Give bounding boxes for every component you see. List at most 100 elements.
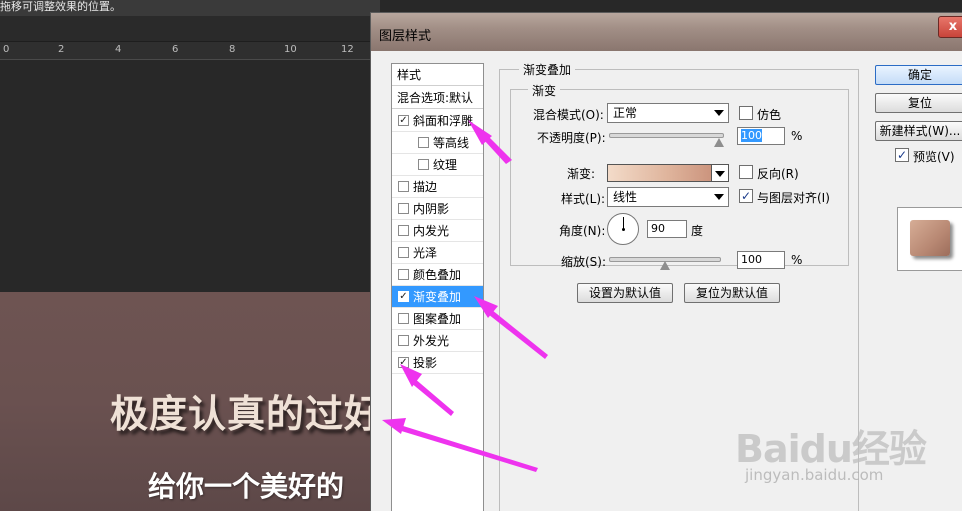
dialog-title: 图层样式 [379,29,432,44]
angle-label: 角度(N): [559,224,606,238]
scale-value: 100 [741,253,762,266]
canvas-subtitle-text: 给你一个美好的 [148,470,345,503]
align-with-layer-checkbox[interactable]: ✓ [739,189,753,203]
style-item-label: 投影 [413,356,438,370]
style-item-checkbox[interactable] [398,181,409,192]
align-with-layer-label: 与图层对齐(I) [757,191,830,205]
style-preview-thumbnail [897,207,962,271]
style-item[interactable]: 颜色叠加 [392,264,483,286]
scale-unit: % [791,253,803,267]
style-label: 样式(L): [561,192,606,206]
style-item-checkbox[interactable] [418,137,429,148]
ruler-tick: 0 [3,44,10,55]
blending-options-label: 混合选项:默认 [397,91,474,105]
preview-label: 预览(V) [913,150,955,164]
style-item-label: 图案叠加 [413,312,462,326]
ok-button[interactable]: 确定 [875,65,962,85]
gradient-style-select[interactable]: 线性 [607,187,729,207]
opacity-slider-thumb[interactable] [714,138,724,147]
angle-input[interactable]: 90 [647,220,687,238]
opacity-slider[interactable] [609,133,724,138]
document-tab-strip [0,16,380,42]
gradient-dropdown-arrow[interactable] [711,164,729,182]
style-item-checkbox[interactable]: ✓ [398,115,409,126]
status-hint: 拖移可调整效果的位置。 [0,0,380,16]
blend-mode-select[interactable]: 正常 [607,103,729,123]
style-item-checkbox[interactable] [398,247,409,258]
reset-button[interactable]: 复位 [875,93,962,113]
dither-label: 仿色 [757,108,782,122]
blending-options-item[interactable]: 混合选项:默认 [392,87,483,109]
opacity-label: 不透明度(P): [537,131,606,145]
ruler-tick: 8 [229,44,236,55]
style-item-label: 外发光 [413,334,450,348]
preview-checkbox[interactable]: ✓ [895,148,909,162]
style-item[interactable]: 内阴影 [392,198,483,220]
style-item[interactable]: 图案叠加 [392,308,483,330]
dialog-titlebar[interactable]: 图层样式 x [371,13,962,51]
style-item[interactable]: 描边 [392,176,483,198]
style-item-label: 内阴影 [413,202,450,216]
style-item-checkbox[interactable]: ✓ [398,291,409,302]
style-item-label: 等高线 [433,136,470,150]
canvas-title-text: 极度认真的过好 [110,392,384,436]
scale-input[interactable]: 100 [737,251,785,269]
reverse-label: 反向(R) [757,167,799,181]
style-item[interactable]: ✓ 投影 [392,352,483,374]
style-item-label: 颜色叠加 [413,268,462,282]
styles-header-label: 样式 [397,68,422,82]
gradient-subgroup-title: 渐变 [528,82,561,99]
chevron-down-icon [714,194,724,200]
style-item[interactable]: 内发光 [392,220,483,242]
opacity-value: 100 [741,129,762,142]
reset-to-default-button[interactable]: 复位为默认值 [684,283,780,303]
style-item[interactable]: 外发光 [392,330,483,352]
style-item[interactable]: 光泽 [392,242,483,264]
styles-header[interactable]: 样式 [392,64,483,86]
style-item-label: 斜面和浮雕 [413,114,474,128]
style-item-label: 光泽 [413,246,438,260]
style-item-checkbox[interactable] [398,269,409,280]
baidu-watermark: Baidu经验 jingyan.baidu.com [735,410,955,490]
watermark-site: jingyan.baidu.com [745,466,884,484]
ruler-tick: 4 [115,44,122,55]
style-item-checkbox[interactable] [418,159,429,170]
dither-checkbox[interactable] [739,106,753,120]
gradient-style-value: 线性 [613,190,638,204]
ruler-tick: 2 [58,44,65,55]
style-item-checkbox[interactable] [398,225,409,236]
angle-value: 90 [651,222,665,235]
gradient-label: 渐变: [567,167,596,181]
blend-mode-value: 正常 [613,106,638,120]
style-item[interactable]: ✓ 渐变叠加 [392,286,483,308]
close-button[interactable]: x [938,16,962,38]
ruler-tick: 6 [172,44,179,55]
angle-unit: 度 [691,224,704,238]
style-item-label: 渐变叠加 [413,290,462,304]
set-as-default-button[interactable]: 设置为默认值 [577,283,673,303]
watermark-logo: Baidu经验 [735,427,927,471]
new-style-button[interactable]: 新建样式(W)... [875,121,962,141]
style-item[interactable]: 纹理 [392,154,483,176]
style-item-label: 描边 [413,180,438,194]
ruler-tick: 12 [341,44,354,55]
style-item-checkbox[interactable]: ✓ [398,357,409,368]
horizontal-ruler: 0 2 4 6 8 10 12 [0,42,380,60]
scale-slider-thumb[interactable] [660,261,670,270]
style-item[interactable]: ✓ 斜面和浮雕 [392,110,483,132]
styles-list: 样式 混合选项:默认 ✓ 斜面和浮雕等高线纹理描边内阴影内发光光泽颜色叠加 ✓ 渐变叠… [391,63,484,511]
opacity-unit: % [791,129,803,143]
style-item-checkbox[interactable] [398,203,409,214]
style-item-checkbox[interactable] [398,313,409,324]
scale-label: 缩放(S): [561,255,607,269]
style-item-label: 纹理 [433,158,458,172]
ruler-tick: 10 [284,44,297,55]
opacity-input[interactable]: 100 [737,127,785,145]
style-item-label: 内发光 [413,224,450,238]
gradient-overlay-title: 渐变叠加 [519,61,576,78]
angle-dial[interactable] [607,213,639,245]
style-item-checkbox[interactable] [398,335,409,346]
blend-mode-label: 混合模式(O): [533,108,604,122]
reverse-checkbox[interactable] [739,165,753,179]
style-item[interactable]: 等高线 [392,132,483,154]
